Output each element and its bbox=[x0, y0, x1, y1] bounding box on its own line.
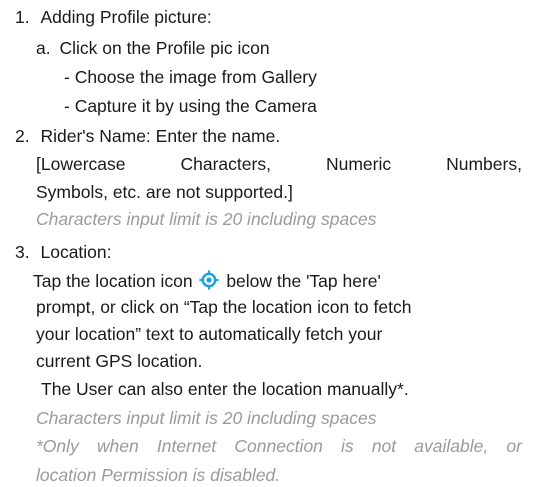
item-2-limit-note: Characters input limit is 20 including s… bbox=[36, 209, 377, 230]
footnote-word: Internet bbox=[156, 436, 217, 457]
item-3-line-1: Tap the location icon below the 'Tap her… bbox=[33, 270, 381, 294]
item-2-title: Rider's Name: Enter the name. bbox=[40, 126, 281, 147]
instruction-document: 1. Adding Profile picture: a. Click on t… bbox=[0, 0, 533, 487]
item-3-title: Location: bbox=[40, 241, 112, 262]
item-2-number: 2. bbox=[15, 126, 30, 147]
item-1a-bullet-gallery: - Choose the image from Gallery bbox=[64, 67, 317, 88]
item-3-line-4: current GPS location. bbox=[36, 350, 203, 371]
item-1a-bullet-camera: - Capture it by using the Camera bbox=[64, 96, 317, 116]
item-1a-letter: a. bbox=[36, 37, 51, 58]
item-3-manual-entry: The User can also enter the location man… bbox=[41, 379, 409, 400]
item-1-title: Adding Profile picture: bbox=[40, 7, 212, 28]
footnote-word: *Only bbox=[36, 436, 79, 457]
footnote-word: not bbox=[371, 436, 397, 457]
item-3-line-3: your location” text to automatically fet… bbox=[36, 323, 383, 344]
footnote-word: available, bbox=[414, 436, 489, 457]
item-3-number: 3. bbox=[15, 241, 30, 262]
footnote-word: or bbox=[506, 436, 522, 457]
item-1a-line: a. Click on the Profile pic icon bbox=[36, 38, 270, 58]
item-1-line: 1. Adding Profile picture: bbox=[15, 7, 212, 27]
footnote-word: when bbox=[96, 436, 139, 457]
footnote-word: Connection bbox=[234, 436, 323, 457]
item-3-text-a: Tap the location icon bbox=[33, 271, 193, 292]
gps-target-icon bbox=[199, 270, 220, 294]
item-3-line: 3. Location: bbox=[15, 242, 112, 262]
item-1a-text: Click on the Profile pic icon bbox=[59, 37, 270, 58]
footnote-word: is bbox=[341, 436, 354, 457]
constraint-word: Characters, bbox=[180, 154, 271, 175]
item-1-number: 1. bbox=[15, 7, 30, 28]
item-3-text-b: below the 'Tap here' bbox=[226, 271, 381, 292]
constraint-word: [Lowercase bbox=[36, 154, 126, 175]
item-2-line: 2. Rider's Name: Enter the name. bbox=[15, 126, 280, 146]
item-3-footnote: *Only when Internet Connection is not av… bbox=[36, 436, 522, 456]
item-3-footnote-line-2: location Permission is disabled. bbox=[36, 465, 281, 485]
item-2-constraint-line: [Lowercase Characters, Numeric Numbers, bbox=[36, 154, 522, 174]
item-2-constraint-line-2: Symbols, etc. are not supported.] bbox=[36, 181, 293, 202]
constraint-word: Numbers, bbox=[446, 154, 522, 175]
item-3-limit-note: Characters input limit is 20 including s… bbox=[36, 407, 377, 428]
item-3-line-2: prompt, or click on “Tap the location ic… bbox=[36, 297, 412, 318]
constraint-word: Numeric bbox=[325, 154, 392, 175]
